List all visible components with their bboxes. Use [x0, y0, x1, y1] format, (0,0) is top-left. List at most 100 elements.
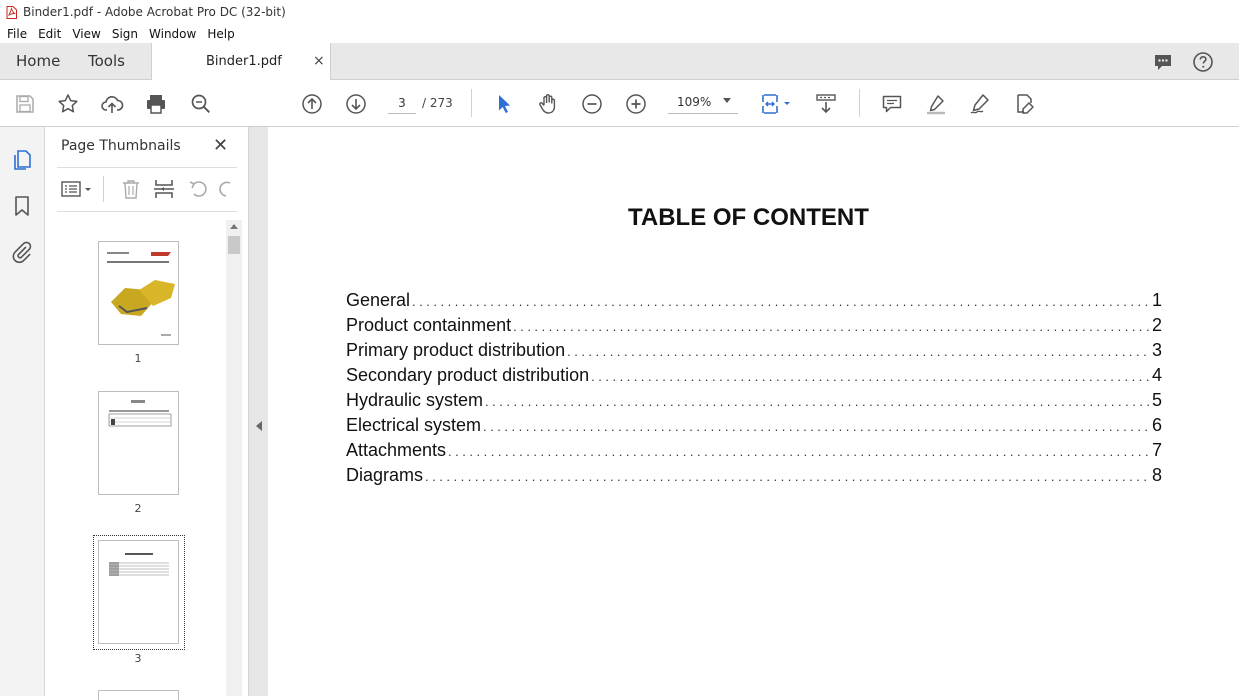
zoom-out-button[interactable]: [579, 91, 605, 117]
menu-view[interactable]: View: [72, 27, 100, 41]
toc-leader-dots: ........................................…: [567, 344, 1150, 359]
page-fit-button[interactable]: [757, 91, 795, 117]
draw-button[interactable]: [967, 91, 993, 117]
print-button[interactable]: [143, 91, 169, 117]
tab-home[interactable]: Home: [16, 43, 60, 79]
pane-splitter[interactable]: [248, 127, 268, 696]
page-number-input[interactable]: [388, 92, 416, 114]
page-thumbnail-4[interactable]: [98, 690, 179, 700]
tab-document[interactable]: Binder1.pdf ×: [151, 43, 331, 80]
toc-leader-dots: ........................................…: [513, 319, 1150, 334]
star-icon: [58, 94, 78, 113]
toc-leader-dots: ........................................…: [591, 369, 1150, 384]
toc-entry[interactable]: General.................................…: [346, 290, 1162, 315]
tab-bar: Home Tools Binder1.pdf ×: [0, 43, 1239, 80]
toc-leader-dots: ........................................…: [425, 469, 1150, 484]
delete-page-trash-icon[interactable]: [119, 177, 143, 201]
sign-document-icon: [1017, 94, 1034, 114]
page-thumbnails-icon[interactable]: [10, 148, 34, 172]
collapse-pane-arrow-icon[interactable]: [256, 421, 262, 431]
toc-entry[interactable]: Secondary product distribution..........…: [346, 365, 1162, 390]
save-disk-icon: [16, 95, 34, 113]
tab-tools[interactable]: Tools: [88, 43, 125, 79]
toc-entry[interactable]: Attachments.............................…: [346, 440, 1162, 465]
toolbar-divider: [859, 89, 860, 117]
page-thumbnail-3[interactable]: [98, 540, 179, 644]
scroll-up-arrow-icon[interactable]: [230, 224, 238, 229]
toc-entry[interactable]: Diagrams................................…: [346, 465, 1162, 490]
thumbnail-options-icon[interactable]: [59, 177, 97, 201]
upload-button[interactable]: [99, 91, 125, 117]
menu-file[interactable]: File: [7, 27, 27, 41]
toc-entry[interactable]: Product containment.....................…: [346, 315, 1162, 340]
navigation-pane: [0, 127, 45, 696]
zoom-in-button[interactable]: [623, 91, 649, 117]
minus-circle-icon: [582, 94, 602, 114]
zoom-level-value: 109%: [677, 95, 712, 109]
page-2-preview: [108, 400, 172, 427]
close-tab-icon[interactable]: ×: [313, 43, 325, 80]
toc-leader-dots: ........................................…: [485, 394, 1150, 409]
chevron-down-icon: [723, 98, 731, 103]
arrow-down-circle-icon: [346, 94, 366, 114]
rotate-clockwise-icon[interactable]: [217, 177, 231, 201]
comment-bubble-icon[interactable]: [1152, 51, 1174, 73]
menu-help[interactable]: Help: [207, 27, 234, 41]
highlighter-pen-icon: [927, 95, 945, 115]
scroll-mode-button[interactable]: [813, 91, 839, 117]
rotate-counterclockwise-icon[interactable]: [187, 177, 211, 201]
fit-page-icon: [762, 94, 790, 114]
find-button[interactable]: [188, 91, 214, 117]
next-page-button[interactable]: [343, 91, 369, 117]
select-tool-button[interactable]: [491, 91, 517, 117]
toc-entry[interactable]: Electrical system.......................…: [346, 415, 1162, 440]
save-button[interactable]: [12, 91, 38, 117]
help-icon[interactable]: [1192, 51, 1214, 73]
previous-page-button[interactable]: [299, 91, 325, 117]
close-panel-icon[interactable]: ✕: [213, 135, 228, 156]
window-title: Binder1.pdf - Adobe Acrobat Pro DC (32-b…: [23, 5, 286, 19]
attachments-paperclip-icon[interactable]: [10, 240, 34, 264]
title-bar: Binder1.pdf - Adobe Acrobat Pro DC (32-b…: [0, 0, 1239, 24]
menu-edit[interactable]: Edit: [38, 27, 61, 41]
toc-leader-dots: ........................................…: [412, 294, 1150, 309]
printer-icon: [147, 95, 165, 114]
page-3-preview: [109, 553, 169, 576]
thumbnail-page-number: 3: [134, 652, 142, 665]
cursor-arrow-icon: [499, 95, 510, 113]
toc-leader-dots: ........................................…: [448, 444, 1150, 459]
bookmark-star-button[interactable]: [55, 91, 81, 117]
page-thumbnail-2[interactable]: [98, 391, 179, 495]
scroll-down-icon: [816, 94, 836, 114]
more-icon[interactable]: [1230, 51, 1239, 73]
comment-button[interactable]: [879, 91, 905, 117]
comment-icon: [882, 95, 902, 113]
search-icon: [191, 94, 211, 114]
fill-sign-button[interactable]: [1011, 91, 1037, 117]
page-1-preview: [107, 252, 175, 336]
toc-entry[interactable]: Hydraulic system........................…: [346, 390, 1162, 415]
thumbnails-scrollbar[interactable]: [226, 220, 242, 696]
zoom-level-select[interactable]: 109%: [668, 92, 738, 114]
bookmarks-icon[interactable]: [10, 194, 34, 218]
panel-title: Page Thumbnails: [61, 138, 181, 154]
panel-toolbar-divider: [103, 176, 104, 202]
plus-circle-icon: [626, 94, 646, 114]
scrollbar-thumb[interactable]: [228, 236, 240, 254]
menu-window[interactable]: Window: [149, 27, 196, 41]
document-view[interactable]: TABLE OF CONTENT General................…: [268, 127, 1239, 696]
toc-entry[interactable]: Primary product distribution............…: [346, 340, 1162, 365]
highlight-button[interactable]: [923, 91, 949, 117]
menu-sign[interactable]: Sign: [112, 27, 138, 41]
main-toolbar: / 273 109%: [0, 80, 1239, 127]
hand-icon: [539, 94, 556, 114]
arrow-up-circle-icon: [302, 94, 322, 114]
toolbar-divider: [471, 89, 472, 117]
table-of-contents: General.................................…: [346, 290, 1162, 490]
insert-page-icon[interactable]: [152, 177, 176, 201]
toc-leader-dots: ........................................…: [483, 419, 1150, 434]
hand-tool-button[interactable]: [535, 91, 561, 117]
cloud-upload-icon: [101, 96, 124, 113]
page-thumbnail-1[interactable]: [98, 241, 179, 345]
panel-divider: [57, 167, 237, 168]
